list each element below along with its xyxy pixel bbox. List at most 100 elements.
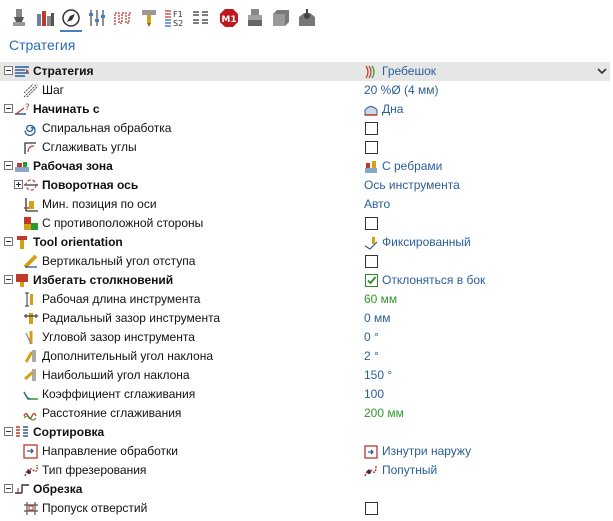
spiral-checkbox[interactable] bbox=[365, 122, 378, 135]
row-milling-type[interactable]: Тип фрезерования Попутный bbox=[0, 461, 610, 480]
bottom-icon bbox=[364, 106, 378, 116]
skip-holes-checkbox[interactable] bbox=[365, 502, 378, 515]
extra-tilt-icon bbox=[24, 350, 36, 363]
working-length-value[interactable]: 60 мм bbox=[364, 292, 397, 306]
work-area-value[interactable]: С ребрами bbox=[382, 159, 442, 173]
stepover-value[interactable]: 20 %Ø (4 мм) bbox=[364, 83, 439, 97]
ribs-icon bbox=[365, 161, 377, 173]
retract-angle-icon bbox=[23, 254, 38, 269]
collapse-toggle[interactable] bbox=[4, 484, 13, 493]
nc-code-icon[interactable] bbox=[190, 7, 212, 29]
radial-clearance-value[interactable]: 0 мм bbox=[364, 311, 391, 325]
row-label: Начинать с bbox=[33, 102, 100, 116]
collapse-toggle[interactable] bbox=[4, 66, 13, 75]
collapse-toggle[interactable] bbox=[4, 275, 13, 284]
row-label: Направление обработки bbox=[42, 444, 178, 458]
smoothing-factor-value[interactable]: 100 bbox=[364, 387, 384, 401]
smooth-corners-icon bbox=[24, 142, 36, 154]
vertical-retract-checkbox[interactable] bbox=[365, 255, 378, 268]
max-tilt-value[interactable]: 150 ° bbox=[364, 368, 392, 382]
row-label: Наибольший угол наклона bbox=[42, 368, 190, 382]
row-label: Сортировка bbox=[33, 425, 105, 439]
work-area-icon bbox=[15, 162, 29, 172]
stock-bars-icon[interactable] bbox=[34, 7, 56, 29]
row-opposite-side[interactable]: С противоположной стороны bbox=[0, 214, 610, 233]
row-label: Спиральная обработка bbox=[42, 121, 172, 135]
row-stepover[interactable]: Шаг 20 %Ø (4 мм) bbox=[0, 81, 610, 100]
simulation-icon[interactable] bbox=[296, 7, 318, 29]
smoothing-distance-value[interactable]: 200 мм bbox=[364, 406, 404, 420]
page-title: Стратегия bbox=[9, 37, 76, 53]
tool-holder-icon[interactable] bbox=[8, 7, 30, 29]
machining-direction-value[interactable]: Изнутри наружу bbox=[382, 444, 471, 458]
row-label: Стратегия bbox=[33, 64, 94, 78]
milling-type-icon bbox=[24, 464, 38, 477]
row-machining-direction[interactable]: Направление обработки Изнутри наружу bbox=[0, 442, 610, 461]
start-from-value[interactable]: Дна bbox=[382, 102, 403, 116]
avoid-collisions-value[interactable]: Отклоняться в бок bbox=[382, 273, 485, 287]
extra-tilt-value[interactable]: 2 ° bbox=[364, 349, 379, 363]
rotary-axis-value[interactable]: Ось инструмента bbox=[364, 178, 460, 192]
angular-clearance-value[interactable]: 0 ° bbox=[364, 330, 379, 344]
row-trimming[interactable]: Обрезка bbox=[0, 480, 610, 499]
stock-box-icon[interactable] bbox=[270, 7, 292, 29]
row-vertical-retract-angle[interactable]: Вертикальный угол отступа bbox=[0, 252, 610, 271]
row-smoothing-distance[interactable]: Расстояние сглаживания 200 мм bbox=[0, 404, 610, 423]
row-min-axis-position[interactable]: Мин. позиция по оси Авто bbox=[0, 195, 610, 214]
strategy-select[interactable]: Гребешок bbox=[382, 64, 436, 78]
row-start-from[interactable]: ? Начинать с Дна bbox=[0, 100, 610, 119]
row-sorting[interactable]: Сортировка bbox=[0, 423, 610, 442]
row-smooth-corners[interactable]: Сглаживать углы bbox=[0, 138, 610, 157]
row-extra-tilt-angle[interactable]: Дополнительный угол наклона 2 ° bbox=[0, 347, 610, 366]
collapse-toggle[interactable] bbox=[4, 427, 13, 436]
expand-toggle[interactable] bbox=[14, 180, 23, 189]
stepover-icon bbox=[23, 83, 39, 98]
row-strategy[interactable]: Стратегия Гребешок bbox=[0, 62, 610, 81]
m1-stop-icon[interactable]: M1 bbox=[218, 7, 240, 29]
sliders-icon[interactable] bbox=[86, 7, 108, 29]
row-label: Угловой зазор инструмента bbox=[42, 330, 195, 344]
chevron-down-icon[interactable] bbox=[597, 66, 607, 76]
smooth-corners-checkbox[interactable] bbox=[365, 141, 378, 154]
strategy-icon bbox=[15, 66, 29, 77]
milling-type-value[interactable]: Попутный bbox=[382, 463, 437, 477]
sorting-icon bbox=[16, 426, 28, 437]
row-spiral[interactable]: Спиральная обработка bbox=[0, 119, 610, 138]
row-skip-holes[interactable]: Пропуск отверстий bbox=[0, 499, 610, 518]
row-work-area[interactable]: Рабочая зона С ребрами bbox=[0, 157, 610, 176]
row-label: Поворотная ось bbox=[42, 178, 139, 192]
row-smoothing-factor[interactable]: Коэффициент сглаживания 100 bbox=[0, 385, 610, 404]
smoothing-factor-icon bbox=[23, 391, 38, 400]
min-axis-position-value[interactable]: Авто bbox=[364, 197, 390, 211]
inside-out-icon bbox=[364, 445, 378, 459]
tool-orientation-value[interactable]: Фиксированный bbox=[382, 235, 471, 249]
checkmark-icon bbox=[367, 276, 377, 285]
fixed-orientation-icon bbox=[364, 237, 378, 250]
start-from-icon: ? bbox=[15, 103, 30, 115]
collapse-toggle[interactable] bbox=[4, 237, 13, 246]
row-tool-orientation[interactable]: Tool orientation Фиксированный bbox=[0, 233, 610, 252]
climb-milling-icon bbox=[364, 465, 377, 477]
row-label: Дополнительный угол наклона bbox=[42, 349, 214, 363]
direction-icon bbox=[23, 444, 38, 459]
row-working-length[interactable]: Рабочая длина инструмента 60 мм bbox=[0, 290, 610, 309]
scallop-icon bbox=[365, 65, 375, 79]
row-avoid-collisions[interactable]: Избегать столкновений Отклоняться в бок bbox=[0, 271, 610, 290]
opposite-side-checkbox[interactable] bbox=[365, 217, 378, 230]
avoid-collisions-checkbox[interactable] bbox=[365, 274, 378, 287]
row-max-tilt-angle[interactable]: Наибольший угол наклона 150 ° bbox=[0, 366, 610, 385]
row-label: Вертикальный угол отступа bbox=[42, 254, 196, 268]
collapse-toggle[interactable] bbox=[4, 104, 13, 113]
tool-orientation-icon bbox=[17, 236, 27, 249]
machine-head-icon[interactable] bbox=[244, 7, 266, 29]
toolpath-link-icon[interactable] bbox=[112, 7, 134, 29]
angular-clearance-icon bbox=[25, 331, 33, 345]
row-rotary-axis[interactable]: Поворотная ось Ось инструмента bbox=[0, 176, 610, 195]
row-angular-clearance[interactable]: Угловой зазор инструмента 0 ° bbox=[0, 328, 610, 347]
row-radial-clearance[interactable]: Радиальный зазор инструмента 0 мм bbox=[0, 309, 610, 328]
feed-speed-icon[interactable]: F1 S2 bbox=[164, 7, 186, 29]
collapse-toggle[interactable] bbox=[4, 161, 13, 170]
compass-icon[interactable] bbox=[60, 6, 82, 32]
trimming-icon bbox=[15, 484, 29, 494]
drill-tool-icon[interactable] bbox=[138, 7, 160, 29]
